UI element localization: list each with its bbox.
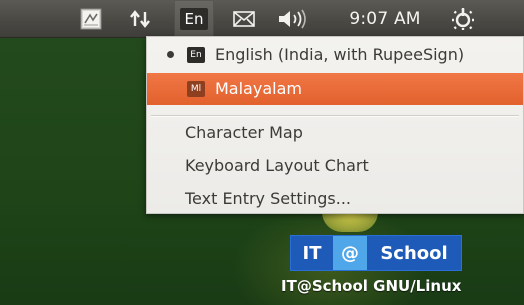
app-indicator[interactable] (74, 0, 108, 38)
messaging-indicator[interactable] (228, 0, 260, 38)
menu-item-label: Keyboard Layout Chart (185, 156, 369, 175)
menu-item-label: Malayalam (215, 79, 302, 98)
keyboard-layout-menu: En English (India, with RupeeSign) Ml Ma… (146, 36, 524, 214)
top-panel: En 9:07 AM (0, 0, 524, 38)
radio-selected-dot (167, 51, 174, 58)
distro-caption: IT@School GNU/Linux (281, 277, 462, 295)
menu-item-english-india[interactable]: En English (India, with RupeeSign) (147, 39, 523, 71)
envelope-icon (233, 11, 255, 27)
menu-item-text-entry-settings[interactable]: Text Entry Settings... (147, 183, 523, 215)
logo-at-text: @ (333, 236, 367, 270)
menu-item-character-map[interactable]: Character Map (147, 117, 523, 149)
menu-item-label: English (India, with RupeeSign) (215, 45, 465, 64)
it-school-logo: IT @ School (290, 235, 462, 271)
speaker-icon (279, 9, 306, 29)
gear-power-icon (452, 8, 474, 30)
network-updown-icon (130, 10, 150, 28)
menu-item-label: Character Map (185, 123, 303, 142)
clock-time: 9:07 AM (349, 9, 421, 29)
logo-school-text: School (380, 242, 448, 264)
language-icon-en: En (187, 47, 205, 63)
menu-item-malayalam[interactable]: Ml Malayalam (147, 73, 523, 105)
menu-item-keyboard-layout-chart[interactable]: Keyboard Layout Chart (147, 150, 523, 182)
menu-item-label: Text Entry Settings... (185, 189, 351, 208)
sound-indicator[interactable] (270, 0, 314, 38)
app-launcher-icon (80, 8, 102, 30)
language-icon-ml: Ml (187, 81, 205, 97)
keyboard-indicator[interactable]: En (174, 0, 214, 38)
session-indicator[interactable] (446, 0, 480, 38)
network-indicator[interactable] (124, 0, 156, 38)
keyboard-layout-label: En (179, 8, 209, 30)
logo-it-text: IT (302, 242, 322, 264)
clock-indicator[interactable]: 9:07 AM (330, 0, 440, 38)
